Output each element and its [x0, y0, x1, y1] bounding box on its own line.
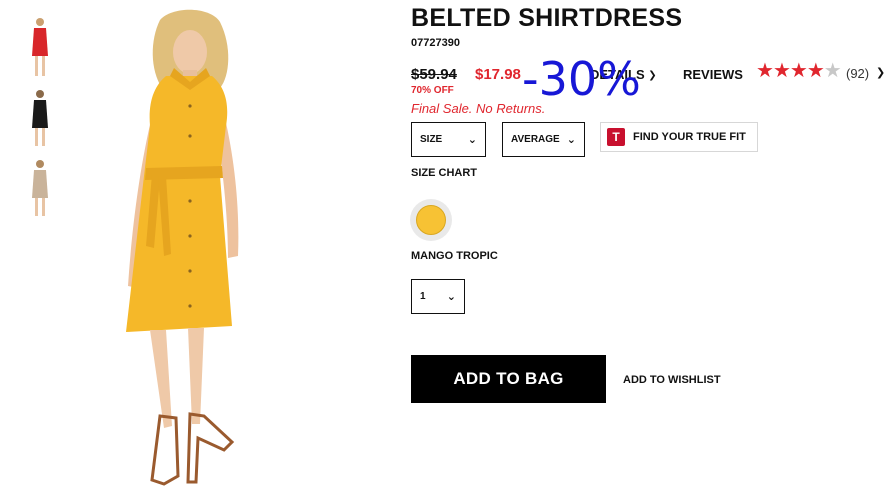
reviews-tab[interactable]: REVIEWS	[683, 67, 743, 82]
star-empty-icon: ★	[823, 60, 842, 82]
star-icon: ★	[772, 60, 791, 82]
truefit-label: FIND YOUR TRUE FIT	[633, 131, 746, 143]
quantity-value: 1	[420, 291, 426, 302]
chevron-down-icon: ⌄	[467, 134, 477, 146]
original-price: $59.94	[411, 66, 457, 83]
size-select[interactable]: SIZE ⌄	[411, 122, 486, 157]
star-icon: ★	[806, 60, 825, 82]
product-title: BELTED SHIRTDRESS	[411, 4, 683, 32]
review-count[interactable]: (92)	[846, 66, 869, 81]
quantity-select[interactable]: 1 ⌄	[411, 279, 465, 314]
size-chart-link[interactable]: SIZE CHART	[411, 167, 477, 179]
star-rating[interactable]: ★★★★★	[756, 60, 842, 82]
thumbnail-beige-dress[interactable]	[20, 154, 60, 224]
discount-overlay-text: -30%	[522, 52, 641, 106]
size-select-label: SIZE	[420, 134, 443, 145]
sale-price: $17.98	[475, 66, 521, 83]
swatch-color-fill	[416, 205, 446, 235]
find-true-fit-button[interactable]: T FIND YOUR TRUE FIT	[600, 122, 758, 152]
chevron-down-icon: ❯	[648, 70, 657, 81]
main-product-image	[92, 6, 272, 496]
add-to-bag-button[interactable]: ADD TO BAG	[411, 355, 606, 403]
color-swatch-mango-tropic[interactable]	[410, 199, 452, 241]
thumbnail-red-dress[interactable]	[20, 12, 60, 82]
product-sku: 07727390	[411, 37, 460, 49]
percent-off-label: 70% OFF	[411, 85, 454, 96]
selected-color-name: MANGO TROPIC	[411, 250, 498, 262]
chevron-down-icon[interactable]: ❯	[876, 66, 885, 79]
red-dress-thumbnail-image	[32, 18, 48, 76]
beige-dress-thumbnail-image	[32, 160, 48, 216]
add-to-wishlist-link[interactable]: ADD TO WISHLIST	[623, 374, 721, 386]
fit-select[interactable]: AVERAGE ⌄	[502, 122, 585, 157]
thumbnail-black-dress[interactable]	[20, 84, 60, 154]
truefit-logo-icon: T	[607, 128, 625, 146]
chevron-down-icon: ⌄	[446, 291, 456, 303]
model-in-yellow-dress-image	[126, 9, 239, 486]
black-dress-thumbnail-image	[32, 90, 48, 146]
fit-select-label: AVERAGE	[511, 134, 560, 145]
star-icon: ★	[789, 60, 808, 82]
chevron-down-icon: ⌄	[566, 134, 576, 146]
star-icon: ★	[756, 60, 774, 82]
